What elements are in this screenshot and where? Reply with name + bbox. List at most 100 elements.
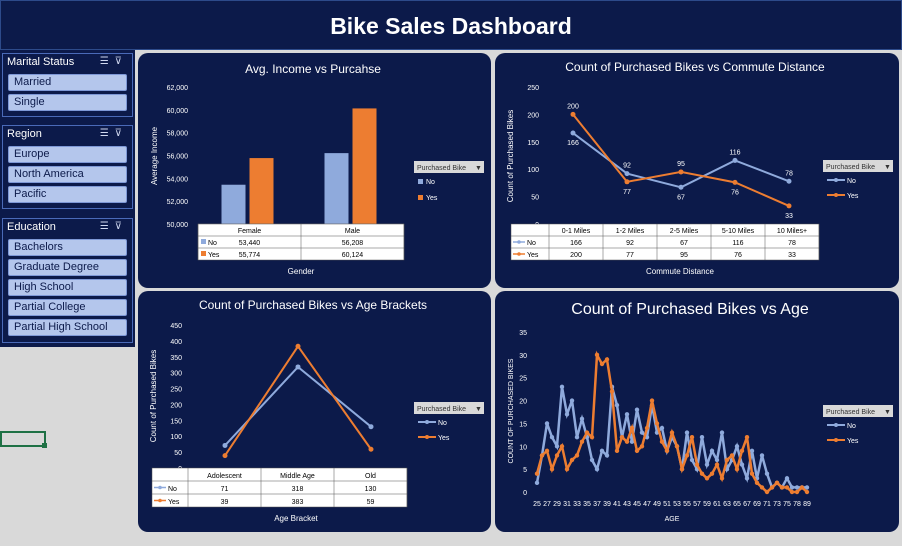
chart-panel-age[interactable]: Count of Purchased Bikes vs Age 0 5 10 15 20 2… — [495, 291, 899, 532]
y-tick-label: 52,000 — [167, 199, 189, 206]
point-yes — [759, 485, 765, 490]
y-tick-label: 300 — [170, 371, 182, 378]
chart-svg: Avg. Income vs Purcahse 50,000 52,000 54,00… — [150, 62, 484, 276]
point-yes — [222, 453, 228, 459]
multi-select-icon[interactable]: ☰⊽ — [100, 221, 128, 232]
point-no — [744, 476, 750, 481]
multi-select-icon[interactable]: ☰⊽ — [100, 56, 128, 67]
multi-select-icon[interactable]: ☰⊽ — [100, 128, 128, 139]
point-no — [719, 430, 725, 435]
y-tick-label: 450 — [170, 323, 182, 330]
legend-label-no: No — [847, 423, 856, 430]
slicer-column: Marital Status ☰⊽ Married Single Region … — [0, 50, 135, 347]
slicer-education: Education ☰⊽ Bachelors Graduate Degree H… — [2, 218, 133, 343]
y-tick-label: 58,000 — [167, 131, 189, 138]
point-yes — [659, 439, 665, 444]
point-no — [544, 421, 550, 426]
point-yes — [554, 453, 560, 458]
point-no — [749, 448, 755, 454]
point-no — [786, 178, 792, 184]
table-value-cell: 95 — [680, 252, 688, 259]
dropdown-icon: ▼ — [884, 164, 891, 171]
x-tick-label: 65 — [733, 501, 741, 508]
slicer-header: Marital Status ☰⊽ — [3, 54, 132, 72]
point-no — [594, 466, 600, 472]
point-yes — [724, 457, 730, 463]
point-yes — [799, 485, 805, 490]
point-yes — [368, 446, 374, 452]
slicer-item-high-school[interactable]: High School — [8, 279, 127, 296]
legend-filter-label: Purchased Bike — [417, 406, 466, 413]
table-row-label: Yes — [208, 252, 220, 259]
y-axis-label: Average Income — [150, 126, 159, 185]
point-yes — [644, 425, 650, 431]
slicer-item-europe[interactable]: Europe — [8, 146, 127, 163]
point-yes — [559, 444, 565, 449]
y-tick-label: 20 — [519, 399, 527, 406]
dropdown-icon: ▼ — [884, 409, 891, 416]
legend-label-no: No — [438, 420, 447, 427]
x-tick-label: 57 — [693, 501, 701, 508]
point-yes — [564, 466, 570, 472]
point-yes — [732, 179, 738, 185]
chart-panel-age-brackets[interactable]: Count of Purchased Bikes vs Age Brackets… — [138, 291, 491, 532]
point-yes — [794, 489, 800, 495]
point-yes — [729, 453, 735, 458]
slicer-item-partial-high-school[interactable]: Partial High School — [8, 319, 127, 336]
point-yes — [569, 457, 575, 463]
point-yes — [574, 453, 580, 458]
chart-svg: Count of Purchased Bikes vs Commute Dist… — [506, 60, 893, 276]
y-tick-label: 200 — [170, 402, 182, 409]
point-yes — [609, 389, 615, 394]
data-label: 166 — [567, 140, 579, 147]
point-yes — [694, 462, 700, 467]
point-yes — [769, 485, 775, 490]
point-yes — [734, 466, 740, 472]
point-yes — [754, 480, 760, 486]
y-tick-label: 25 — [519, 376, 527, 383]
slicer-item-married[interactable]: Married — [8, 74, 127, 91]
table-header-cell: 0-1 Miles — [562, 228, 591, 235]
table-value-cell: 71 — [221, 486, 229, 493]
chart-title: Count of Purchased Bikes vs Age Brackets — [199, 298, 427, 312]
x-tick-label: 78 — [793, 501, 801, 508]
point-no — [295, 364, 301, 370]
table-header-cell: Middle Age — [280, 473, 315, 480]
legend-label-yes: Yes — [847, 438, 859, 445]
chart-panel-commute[interactable]: Count of Purchased Bikes vs Commute Dist… — [495, 53, 899, 288]
x-tick-label: 29 — [553, 501, 561, 508]
x-tick-label: 35 — [583, 501, 591, 508]
table-value-cell: 76 — [734, 252, 742, 259]
table-value-cell: 59 — [367, 499, 375, 506]
slicer-item-bachelors[interactable]: Bachelors — [8, 239, 127, 256]
point-no — [709, 448, 715, 454]
slicer-item-single[interactable]: Single — [8, 94, 127, 111]
point-no — [559, 384, 565, 390]
slicer-item-graduate-degree[interactable]: Graduate Degree — [8, 259, 127, 276]
table-key-marker — [517, 240, 521, 244]
slicer-item-pacific[interactable]: Pacific — [8, 186, 127, 203]
table-row-label: No — [168, 486, 177, 493]
point-yes — [594, 352, 600, 358]
legend-label-yes: Yes — [438, 435, 450, 442]
x-tick-label: 75 — [783, 501, 791, 508]
slicer-header: Education ☰⊽ — [3, 219, 132, 237]
slicer-item-north-america[interactable]: North America — [8, 166, 127, 183]
x-tick-label: 69 — [753, 501, 761, 508]
table-header-cell: Adolescent — [207, 473, 242, 480]
table-value-cell: 166 — [570, 240, 582, 247]
y-tick-label: 62,000 — [167, 85, 189, 92]
point-no — [589, 457, 595, 463]
selected-cell[interactable] — [0, 431, 47, 448]
y-tick-label: 10 — [519, 444, 527, 451]
table-value-cell: 55,774 — [239, 252, 261, 259]
x-tick-label: 45 — [633, 501, 641, 508]
point-no — [714, 457, 720, 463]
point-yes — [744, 434, 750, 440]
table-value-cell: 200 — [570, 252, 582, 259]
chart-panel-income[interactable]: Avg. Income vs Purcahse 50,000 52,000 54,00… — [138, 53, 491, 288]
x-tick-label: 47 — [643, 501, 651, 508]
slicer-item-partial-college[interactable]: Partial College — [8, 299, 127, 316]
bar-yes-male — [352, 108, 377, 224]
legend-label-no: No — [847, 178, 856, 185]
